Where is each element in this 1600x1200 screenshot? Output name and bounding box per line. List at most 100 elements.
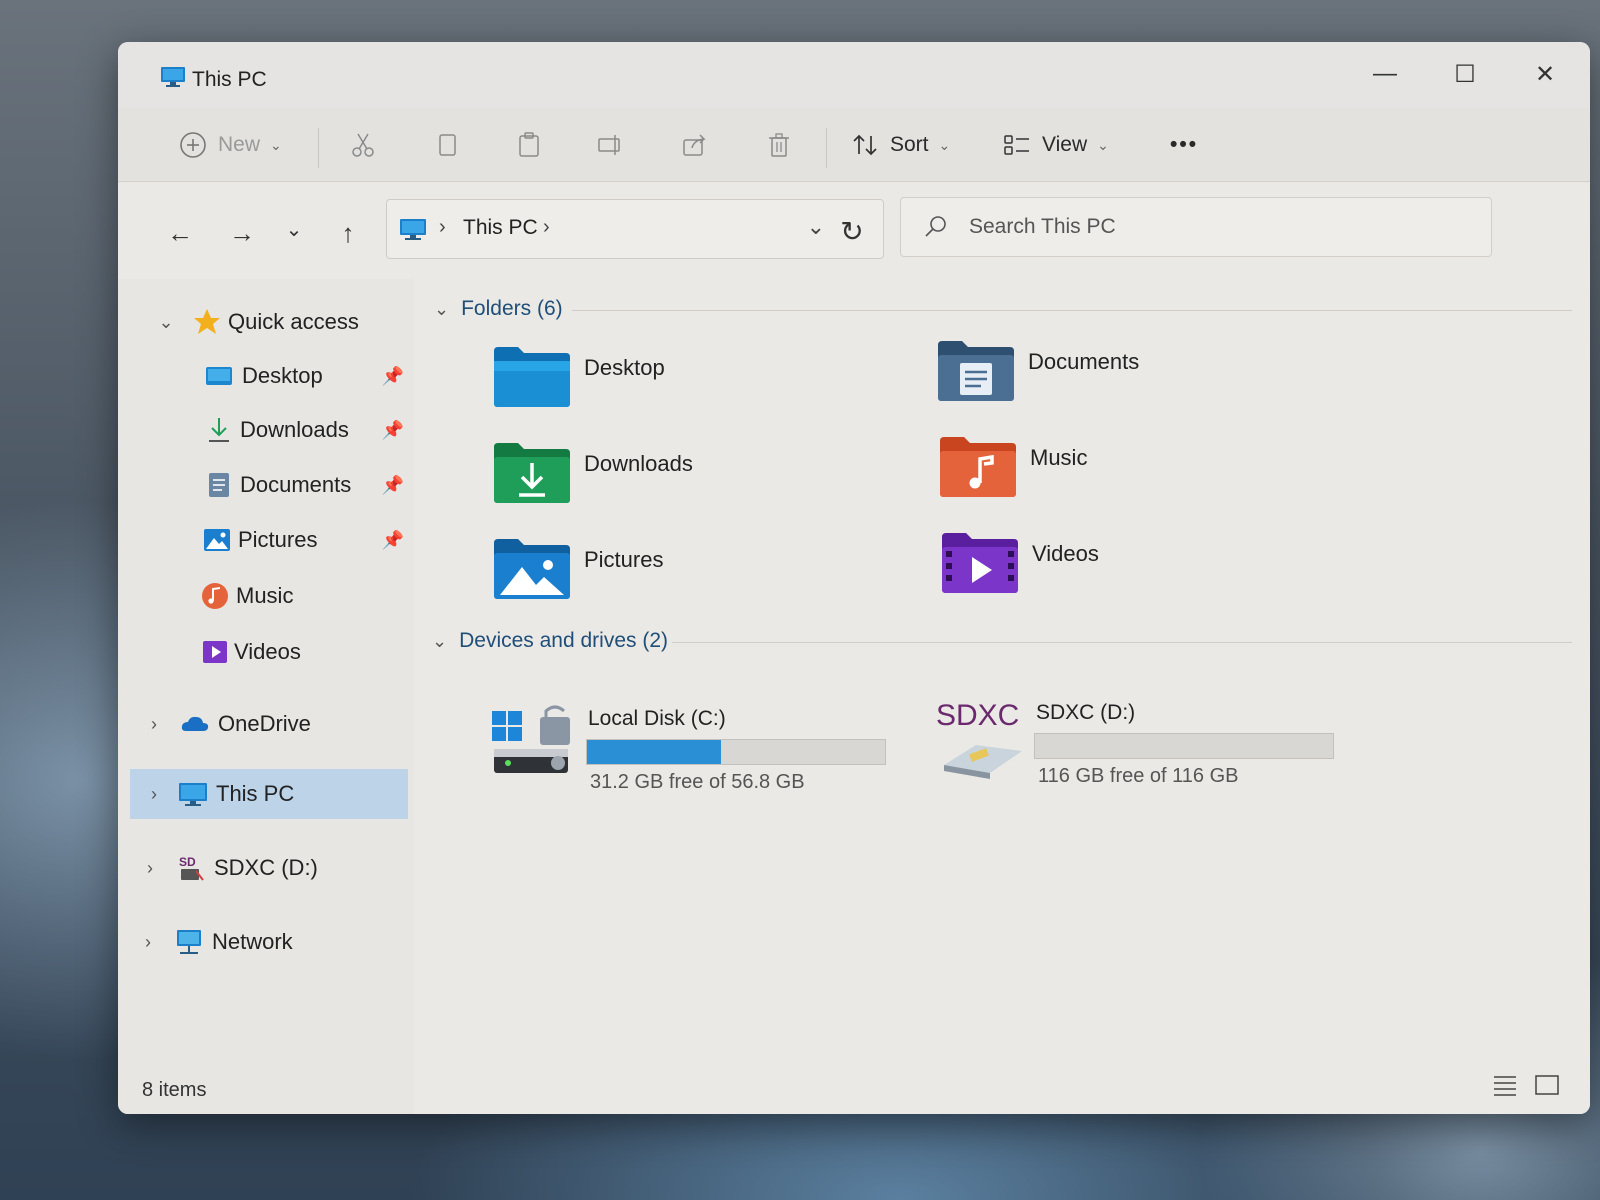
rename-icon bbox=[598, 135, 620, 155]
chevron-down-icon[interactable]: ⌄ bbox=[432, 631, 447, 652]
recent-locations-button[interactable]: ⌄ bbox=[274, 209, 314, 249]
chevron-right-icon[interactable]: › bbox=[144, 714, 164, 735]
address-bar[interactable]: › This PC › ⌄ bbox=[386, 199, 884, 259]
picture-icon bbox=[204, 529, 230, 551]
chevron-down-icon: ⌄ bbox=[285, 218, 303, 241]
close-icon: ✕ bbox=[1534, 60, 1556, 88]
folder-tile-pictures[interactable]: Pictures bbox=[492, 535, 912, 625]
up-button[interactable]: ↑ bbox=[328, 213, 368, 253]
network-icon bbox=[177, 930, 201, 954]
computer-icon bbox=[400, 219, 426, 240]
arrow-right-icon: → bbox=[229, 217, 255, 248]
maximize-button[interactable]: ☐ bbox=[1430, 52, 1500, 96]
drives-group-header[interactable]: ⌄ Devices and drives (2) bbox=[432, 629, 668, 653]
folder-label: Desktop bbox=[584, 355, 665, 380]
drive-free-space: 116 GB free of 116 GB bbox=[1038, 765, 1239, 787]
chevron-down-icon[interactable]: ⌄ bbox=[434, 299, 449, 320]
drive-label: SDXC (D:) bbox=[1036, 701, 1136, 724]
search-input[interactable] bbox=[969, 210, 1449, 244]
sd-card-icon: SD bbox=[179, 855, 204, 881]
pin-icon[interactable]: 📌 bbox=[382, 475, 404, 496]
chevron-right-icon[interactable]: › bbox=[144, 784, 164, 805]
video-icon bbox=[203, 641, 227, 663]
view-button[interactable]: View ⌄ bbox=[1002, 122, 1109, 168]
forward-button[interactable]: → bbox=[222, 213, 262, 253]
new-label: New bbox=[218, 133, 261, 156]
folder-tile-desktop[interactable]: Desktop bbox=[492, 343, 912, 433]
cut-button[interactable] bbox=[348, 122, 378, 168]
refresh-button[interactable]: ↻ bbox=[832, 211, 872, 251]
pictures-folder-icon bbox=[494, 539, 570, 599]
sidebar-item-this-pc[interactable]: › This PC bbox=[130, 769, 408, 819]
more-icon: ••• bbox=[1170, 133, 1199, 156]
sdxc-card-icon: SDXC bbox=[936, 699, 1022, 779]
view-icon bbox=[1004, 135, 1029, 155]
sidebar-item-label: Pictures bbox=[238, 527, 318, 552]
file-explorer-window: This PC — ☐ ✕ New ⌄ Sort ⌄ View ⌄ ••• ← … bbox=[118, 42, 1590, 1114]
sidebar-item-music[interactable]: Music bbox=[118, 571, 414, 621]
sort-icon bbox=[853, 134, 877, 156]
folder-tile-videos[interactable]: Videos bbox=[940, 529, 1360, 619]
sidebar-item-onedrive[interactable]: › OneDrive bbox=[118, 699, 414, 749]
details-view-button[interactable] bbox=[1490, 1070, 1520, 1100]
more-options-button[interactable]: ••• bbox=[1170, 122, 1198, 168]
back-button[interactable]: ← bbox=[160, 213, 200, 253]
star-icon bbox=[194, 309, 220, 334]
chevron-down-icon: ⌄ bbox=[270, 136, 282, 153]
search-box[interactable] bbox=[900, 197, 1492, 257]
music-folder-icon bbox=[940, 437, 1016, 497]
chevron-down-icon[interactable]: ⌄ bbox=[156, 312, 176, 333]
copy-button[interactable] bbox=[432, 122, 462, 168]
share-icon bbox=[683, 134, 706, 156]
sidebar-item-documents[interactable]: Documents 📌 bbox=[118, 460, 414, 510]
folder-label: Downloads bbox=[584, 451, 693, 476]
sidebar-item-label: SDXC (D:) bbox=[214, 855, 318, 880]
sidebar-item-sdxc[interactable]: › SD SDXC (D:) bbox=[118, 843, 414, 893]
delete-button[interactable] bbox=[764, 122, 794, 168]
chevron-right-icon[interactable]: › bbox=[138, 932, 158, 953]
breadcrumb-separator[interactable]: › bbox=[543, 216, 550, 239]
rename-button[interactable] bbox=[596, 122, 626, 168]
sidebar-item-downloads[interactable]: Downloads 📌 bbox=[118, 405, 414, 455]
toolbar-divider bbox=[826, 128, 827, 168]
close-button[interactable]: ✕ bbox=[1510, 52, 1580, 96]
sidebar-item-label: Quick access bbox=[228, 309, 359, 334]
folder-tile-documents[interactable]: Documents bbox=[936, 337, 1356, 427]
drive-tile-sdxc-d[interactable]: SDXC SDXC (D:) 116 GB free of 116 GB bbox=[936, 699, 1356, 795]
arrow-left-icon: ← bbox=[167, 217, 193, 248]
drive-tile-local-disk-c[interactable]: Local Disk (C:) 31.2 GB free of 56.8 GB bbox=[492, 705, 912, 801]
folder-label: Music bbox=[1030, 445, 1088, 470]
pin-icon[interactable]: 📌 bbox=[382, 366, 404, 387]
sidebar-item-network[interactable]: › Network bbox=[118, 917, 414, 967]
pin-icon[interactable]: 📌 bbox=[382, 420, 404, 441]
pin-icon[interactable]: 📌 bbox=[382, 530, 404, 551]
address-history-chevron-icon[interactable]: ⌄ bbox=[807, 214, 825, 240]
details-view-icon bbox=[1494, 1076, 1516, 1096]
folder-tile-downloads[interactable]: Downloads bbox=[492, 439, 912, 529]
drive-capacity-bar bbox=[1034, 733, 1334, 759]
large-icons-view-button[interactable] bbox=[1532, 1070, 1562, 1100]
paste-button[interactable] bbox=[514, 122, 544, 168]
minimize-button[interactable]: — bbox=[1350, 52, 1420, 96]
breadcrumb-separator[interactable]: › bbox=[439, 216, 446, 239]
new-button[interactable]: New ⌄ bbox=[178, 122, 282, 168]
sidebar-item-label: Desktop bbox=[242, 363, 323, 388]
sidebar-item-label: Network bbox=[212, 929, 293, 954]
sidebar-item-pictures[interactable]: Pictures 📌 bbox=[118, 515, 414, 565]
documents-folder-icon bbox=[938, 341, 1014, 401]
videos-folder-icon bbox=[942, 533, 1018, 593]
sidebar-item-desktop[interactable]: Desktop 📌 bbox=[118, 351, 414, 401]
chevron-right-icon[interactable]: › bbox=[140, 858, 160, 879]
desktop-folder-icon bbox=[494, 347, 570, 407]
folder-tile-music[interactable]: Music bbox=[938, 433, 1358, 523]
sidebar-item-label: OneDrive bbox=[218, 711, 311, 736]
sidebar-item-quick-access[interactable]: ⌄ Quick access bbox=[118, 297, 414, 347]
share-button[interactable] bbox=[680, 122, 710, 168]
sidebar-item-videos[interactable]: Videos bbox=[118, 627, 414, 677]
search-icon bbox=[925, 216, 946, 237]
sort-button[interactable]: Sort ⌄ bbox=[850, 122, 950, 168]
breadcrumb-this-pc[interactable]: This PC bbox=[463, 216, 538, 240]
maximize-icon: ☐ bbox=[1454, 60, 1476, 88]
folders-group-header[interactable]: ⌄ Folders (6) bbox=[434, 297, 563, 321]
sort-label: Sort bbox=[890, 133, 929, 156]
